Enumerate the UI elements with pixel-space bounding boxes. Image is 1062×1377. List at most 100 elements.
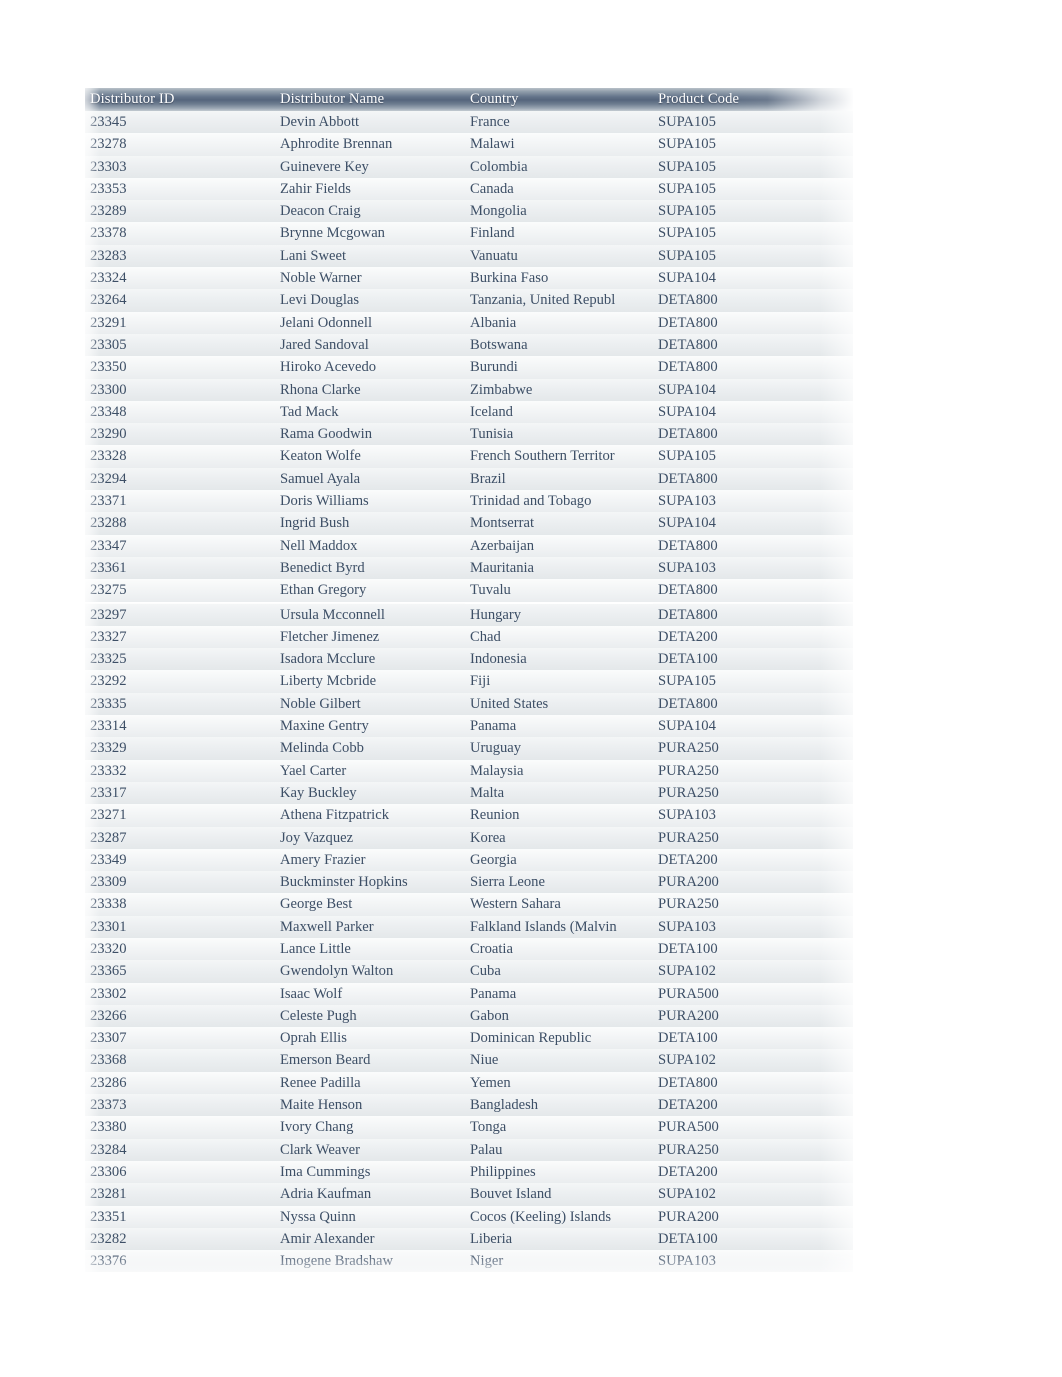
column-header-distributor-name[interactable]: Distributor Name xyxy=(275,88,465,111)
table-row[interactable]: 23351 Nyssa Quinn Cocos (Keeling) Islands P… xyxy=(85,1205,853,1228)
table-row[interactable]: 23368 Emerson Beard Niue SUPA102 xyxy=(85,1049,853,1072)
table-row[interactable]: 23361 Benedict Byrd Mauritania SUPA103 xyxy=(85,556,853,580)
cell-id: 23297 xyxy=(85,602,275,626)
table-row[interactable]: 23301 Maxwell Parker Falkland Islands (Mal… xyxy=(85,915,853,938)
table-row[interactable]: 23284 Clark Weaver Palau PURA250 xyxy=(85,1138,853,1161)
table-row[interactable]: 23376 Imogene Bradshaw Niger SUPA103 xyxy=(85,1250,853,1273)
cell-country: Mauritania xyxy=(465,556,653,580)
table-row[interactable]: 23373 Maite Henson Bangladesh DETA200 xyxy=(85,1094,853,1117)
table-row[interactable]: 23300 Rhona Clarke Zimbabwe SUPA104 xyxy=(85,378,853,401)
table-row[interactable]: 23349 Amery Frazier Georgia DETA200 xyxy=(85,848,853,872)
table-row[interactable]: 23353 Zahir Fields Canada SUPA105 xyxy=(85,177,853,201)
table-row[interactable]: 23345 Devin Abbott France SUPA105 xyxy=(85,111,853,134)
table-row[interactable]: 23329 Melinda Cobb Uruguay PURA250 xyxy=(85,737,853,760)
cell-id: 23361 xyxy=(85,556,275,580)
table-row[interactable]: 23286 Renee Padilla Yemen DETA800 xyxy=(85,1071,853,1095)
cell-code: SUPA105 xyxy=(653,155,853,178)
table-row[interactable]: 23347 Nell Maddox Azerbaijan DETA800 xyxy=(85,534,853,557)
table-row[interactable]: 23278 Aphrodite Brennan Malawi SUPA105 xyxy=(85,133,853,156)
table-row[interactable]: 23378 Brynne Mcgowan Finland SUPA105 xyxy=(85,222,853,245)
table-row[interactable]: 23309 Buckminster Hopkins Sierra Leone PURA… xyxy=(85,871,853,894)
table-row[interactable]: 23264 Levi Douglas Tanzania, United Republ… xyxy=(85,289,853,312)
table-row[interactable]: 23348 Tad Mack Iceland SUPA104 xyxy=(85,400,853,424)
cell-code: PURA250 xyxy=(653,781,853,805)
cell-country: Reunion xyxy=(465,804,653,827)
cell-country: Niger xyxy=(465,1250,653,1273)
table-row[interactable]: 23291 Jelani Odonnell Albania DETA800 xyxy=(85,311,853,334)
cell-name: Athena Fitzpatrick xyxy=(275,804,465,827)
cell-code: SUPA104 xyxy=(653,378,853,401)
cell-country: Liberia xyxy=(465,1227,653,1251)
table-row[interactable]: 23275 Ethan Gregory Tuvalu DETA800 xyxy=(85,579,853,604)
table-row[interactable]: 23306 Ima Cummings Philippines DETA200 xyxy=(85,1160,853,1184)
table-row[interactable]: 23303 Guinevere Key Colombia SUPA105 xyxy=(85,155,853,178)
cell-code: SUPA104 xyxy=(653,512,853,535)
cell-code: DETA200 xyxy=(653,1160,853,1184)
cell-code: SUPA103 xyxy=(653,915,853,938)
table-row[interactable]: 23320 Lance Little Croatia DETA100 xyxy=(85,937,853,961)
table-row[interactable]: 23335 Noble Gilbert United States DETA800 xyxy=(85,692,853,716)
cell-id: 23349 xyxy=(85,848,275,872)
cell-id: 23338 xyxy=(85,893,275,916)
cell-name: Ima Cummings xyxy=(275,1160,465,1184)
table-row[interactable]: 23332 Yael Carter Malaysia PURA250 xyxy=(85,759,853,782)
cell-id: 23284 xyxy=(85,1138,275,1161)
cell-country: Indonesia xyxy=(465,648,653,671)
table-row[interactable]: 23328 Keaton Wolfe French Southern Territo… xyxy=(85,445,853,468)
cell-id: 23380 xyxy=(85,1116,275,1139)
cell-name: Nyssa Quinn xyxy=(275,1205,465,1228)
cell-name: Celeste Pugh xyxy=(275,1004,465,1028)
table-row[interactable]: 23287 Joy Vazquez Korea PURA250 xyxy=(85,826,853,849)
table-row[interactable]: 23325 Isadora Mcclure Indonesia DETA100 xyxy=(85,648,853,671)
cell-country: Botswana xyxy=(465,333,653,357)
cell-country: Finland xyxy=(465,222,653,245)
cell-id: 23335 xyxy=(85,692,275,716)
cell-country: Iceland xyxy=(465,400,653,424)
table-row[interactable]: 23292 Liberty Mcbride Fiji SUPA105 xyxy=(85,670,853,693)
table-row[interactable]: 23288 Ingrid Bush Montserrat SUPA104 xyxy=(85,512,853,535)
table-row[interactable]: 23289 Deacon Craig Mongolia SUPA105 xyxy=(85,200,853,223)
table-row[interactable]: 23290 Rama Goodwin Tunisia DETA800 xyxy=(85,423,853,446)
cell-id: 23353 xyxy=(85,177,275,201)
table-row[interactable]: 23297 Ursula Mcconnell Hungary DETA800 xyxy=(85,602,853,626)
table-row[interactable]: 23307 Oprah Ellis Dominican Republic DETA10… xyxy=(85,1027,853,1050)
cell-name: Lance Little xyxy=(275,937,465,961)
table-row[interactable]: 23314 Maxine Gentry Panama SUPA104 xyxy=(85,715,853,738)
table-row[interactable]: 23266 Celeste Pugh Gabon PURA200 xyxy=(85,1004,853,1028)
cell-id: 23327 xyxy=(85,625,275,649)
table-row[interactable]: 23271 Athena Fitzpatrick Reunion SUPA103 xyxy=(85,804,853,827)
cell-id: 23294 xyxy=(85,467,275,491)
table-row[interactable]: 23371 Doris Williams Trinidad and Tobago SU… xyxy=(85,490,853,513)
table-row[interactable]: 23282 Amir Alexander Liberia DETA100 xyxy=(85,1227,853,1251)
table-row[interactable]: 23380 Ivory Chang Tonga PURA500 xyxy=(85,1116,853,1139)
cell-code: DETA800 xyxy=(653,333,853,357)
table-row[interactable]: 23281 Adria Kaufman Bouvet Island SUPA102 xyxy=(85,1183,853,1206)
cell-country: Chad xyxy=(465,625,653,649)
table-row[interactable]: 23294 Samuel Ayala Brazil DETA800 xyxy=(85,467,853,491)
cell-id: 23345 xyxy=(85,111,275,134)
table-row[interactable]: 23338 George Best Western Sahara PURA250 xyxy=(85,893,853,916)
table-row[interactable]: 23350 Hiroko Acevedo Burundi DETA800 xyxy=(85,356,853,379)
cell-name: Melinda Cobb xyxy=(275,737,465,760)
table-row[interactable]: 23283 Lani Sweet Vanuatu SUPA105 xyxy=(85,244,853,268)
table-row[interactable]: 23317 Kay Buckley Malta PURA250 xyxy=(85,781,853,805)
cell-code: SUPA105 xyxy=(653,244,853,268)
cell-country: Uruguay xyxy=(465,737,653,760)
column-header-country[interactable]: Country xyxy=(465,88,653,111)
cell-name: Noble Warner xyxy=(275,267,465,290)
cell-name: Benedict Byrd xyxy=(275,556,465,580)
cell-name: Guinevere Key xyxy=(275,155,465,178)
cell-id: 23305 xyxy=(85,333,275,357)
table-row[interactable]: 23302 Isaac Wolf Panama PURA500 xyxy=(85,982,853,1005)
table-row[interactable]: 23327 Fletcher Jimenez Chad DETA200 xyxy=(85,625,853,649)
table-row[interactable]: 23324 Noble Warner Burkina Faso SUPA104 xyxy=(85,267,853,290)
column-header-distributor-id[interactable]: Distributor ID xyxy=(85,88,275,111)
column-header-product-code[interactable]: Product Code xyxy=(653,88,853,111)
cell-id: 23282 xyxy=(85,1227,275,1251)
cell-code: DETA200 xyxy=(653,625,853,649)
cell-country: Croatia xyxy=(465,937,653,961)
cell-code: PURA500 xyxy=(653,982,853,1005)
table-row[interactable]: 23365 Gwendolyn Walton Cuba SUPA102 xyxy=(85,960,853,983)
table-row[interactable]: 23305 Jared Sandoval Botswana DETA800 xyxy=(85,333,853,357)
cell-name: Devin Abbott xyxy=(275,111,465,134)
